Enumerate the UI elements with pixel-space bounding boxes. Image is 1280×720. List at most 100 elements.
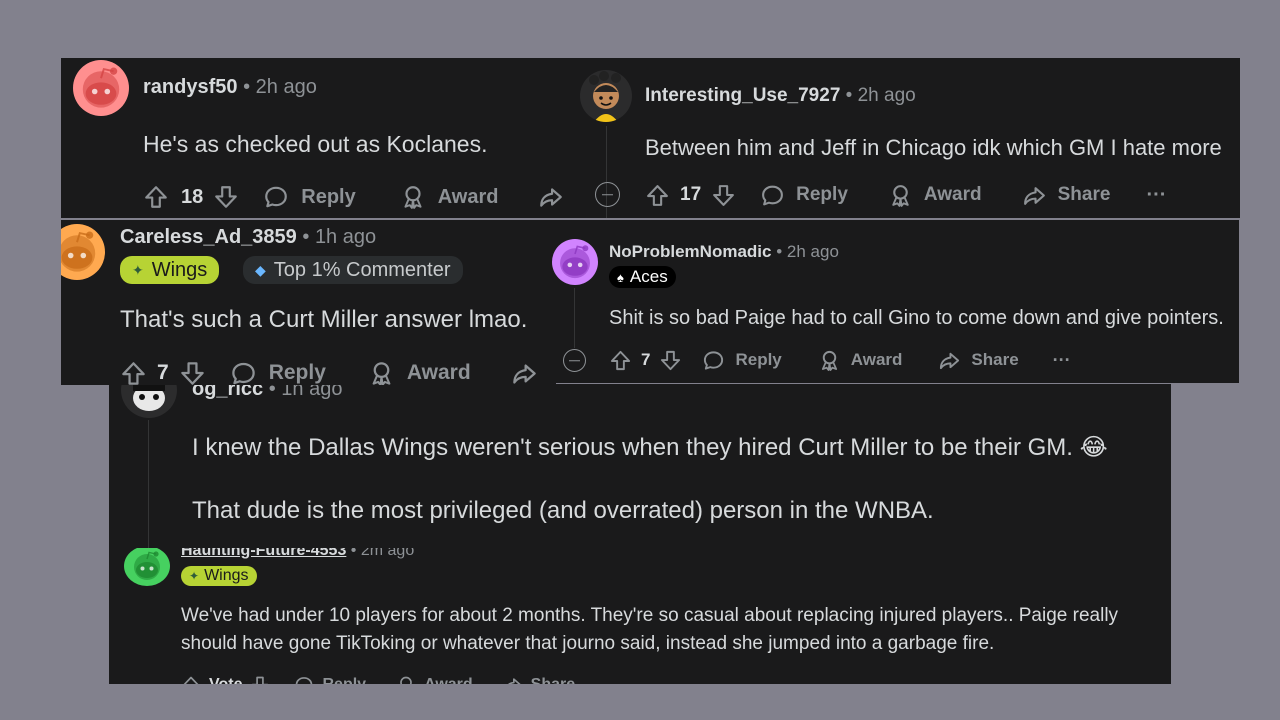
top-commenter-badge: ◆ Top 1% Commenter [243,256,463,284]
comment-time[interactable]: 2h ago [858,85,916,106]
comment-og-ricc: og_ricc • 1h ago I knew the Dallas Wings… [109,384,1171,548]
comment-actions: 18 Reply Award [143,181,564,213]
comment-username[interactable]: NoProblemNomadic [609,242,771,261]
avatar[interactable] [580,70,632,122]
share-icon [1022,183,1047,208]
top-commenter-icon: ◆ [255,261,266,278]
thread-line[interactable] [148,420,149,548]
reply-icon [230,360,257,386]
upvote-icon[interactable] [181,675,201,684]
share-icon[interactable] [511,360,538,386]
avatar[interactable] [552,239,598,285]
meta-separator: • [350,548,357,559]
aces-logo-icon: ♠ [617,269,624,285]
comment-username[interactable]: randysf50 [143,76,238,98]
meta-separator: • [243,76,251,98]
vote-count: 7 [157,361,169,384]
comment-time[interactable]: 2h ago [256,76,317,98]
award-button[interactable]: Award [368,360,471,386]
comment-body-line-1: We've had under 10 players for about 2 m… [181,605,1119,626]
comment-username[interactable]: Interesting_Use_7927 [645,85,840,106]
comment-actions: 7 Reply Award Share ··· [609,346,1071,374]
share-icon [503,675,523,684]
award-button[interactable]: Award [818,349,902,372]
flair-label: Wings [204,567,249,584]
share-button[interactable]: Share [938,349,1019,372]
character-avatar-icon [589,71,621,122]
more-options-button[interactable]: ··· [1053,350,1071,371]
comment-time[interactable]: 2m ago [361,548,414,559]
reply-button[interactable]: Reply [263,184,356,210]
downvote-icon[interactable] [711,183,736,208]
comment-username[interactable]: Haunting-Future-4553 [181,548,346,559]
upvote-icon[interactable] [143,184,169,210]
reply-icon [294,675,314,684]
snoo-avatar-icon [124,548,170,586]
comment-actions: 7 Reply Award [120,357,538,385]
meta-separator: • [776,242,783,261]
vote-count: 17 [680,184,702,205]
comment-body: He's as checked out as Koclanes. [143,131,488,157]
comment-haunting-future-4553: Haunting-Future-4553 • 2m ago ✦ Wings We… [109,548,1171,684]
user-flair-wings: ✦ Wings [181,566,257,586]
share-button[interactable]: Share [1022,183,1110,208]
award-button[interactable]: Award [400,184,498,210]
share-icon[interactable] [538,184,564,210]
downvote-icon[interactable] [179,360,206,386]
comment-body-paragraph-2: That dude is the most privileged (and ov… [192,497,934,524]
share-button[interactable]: Share [503,675,575,684]
award-button[interactable]: Award [396,675,473,684]
reply-icon [263,184,289,210]
downvote-icon[interactable] [250,675,270,684]
comment-username[interactable]: og_ricc [192,384,263,400]
comment-actions: Vote Reply Award Share [181,673,575,684]
comment-body: Between him and Jeff in Chicago idk whic… [645,135,1222,160]
comment-body: Shit is so bad Paige had to call Gino to… [609,307,1224,329]
reply-button[interactable]: Reply [702,349,782,372]
flair-label: Wings [151,258,208,281]
comment-username[interactable]: Careless_Ad_3859 [120,226,297,248]
reply-button[interactable]: Reply [294,675,366,684]
award-button[interactable]: Award [888,183,982,208]
snoo-avatar-icon [61,224,105,280]
comment-actions: 17 Reply Award Share ··· [645,179,1166,211]
snoo-avatar-icon [552,239,598,285]
avatar[interactable] [61,224,105,280]
avatar[interactable] [121,384,177,418]
comment-body: That's such a Curt Miller answer lmao. [120,306,528,333]
more-options-button[interactable]: ··· [1146,184,1166,207]
comment-time[interactable]: 2h ago [787,242,839,261]
flair-label: Aces [629,267,668,286]
user-flair-aces: ♠ Aces [609,266,676,288]
comment-time[interactable]: 1h ago [281,384,342,400]
meta-separator: • [268,384,276,400]
reply-button[interactable]: Reply [760,183,848,208]
badge-label: Top 1% Commenter [273,258,451,281]
thread-line[interactable] [574,288,575,348]
upvote-icon[interactable] [645,183,670,208]
upvote-icon[interactable] [609,349,632,372]
award-icon [818,349,841,372]
comment-randysf50: randysf50 • 2h ago He's as checked out a… [61,58,572,218]
wings-logo-icon: ✦ [189,569,200,583]
downvote-icon[interactable] [659,349,682,372]
vote-count: 18 [181,185,204,208]
wings-logo-icon: ✦ [132,261,144,278]
award-icon [888,183,913,208]
comment-time[interactable]: 1h ago [315,226,376,248]
collapse-thread-button[interactable] [563,349,586,372]
collapse-thread-button[interactable] [595,182,620,207]
award-icon [400,184,426,210]
reply-icon [702,349,725,372]
meta-separator: • [302,226,310,248]
comment-interesting-use-7927: Interesting_Use_7927 • 2h ago Between hi… [572,58,1240,218]
downvote-icon[interactable] [213,184,239,210]
award-icon [396,675,416,684]
upvote-icon[interactable] [120,360,147,386]
panda-avatar-icon [133,384,165,411]
avatar[interactable] [124,548,170,586]
share-icon [938,349,961,372]
avatar[interactable] [73,60,129,116]
comment-careless-ad-3859: Careless_Ad_3859 • 1h ago ✦ Wings ◆ Top … [61,220,556,385]
reply-button[interactable]: Reply [230,360,326,386]
